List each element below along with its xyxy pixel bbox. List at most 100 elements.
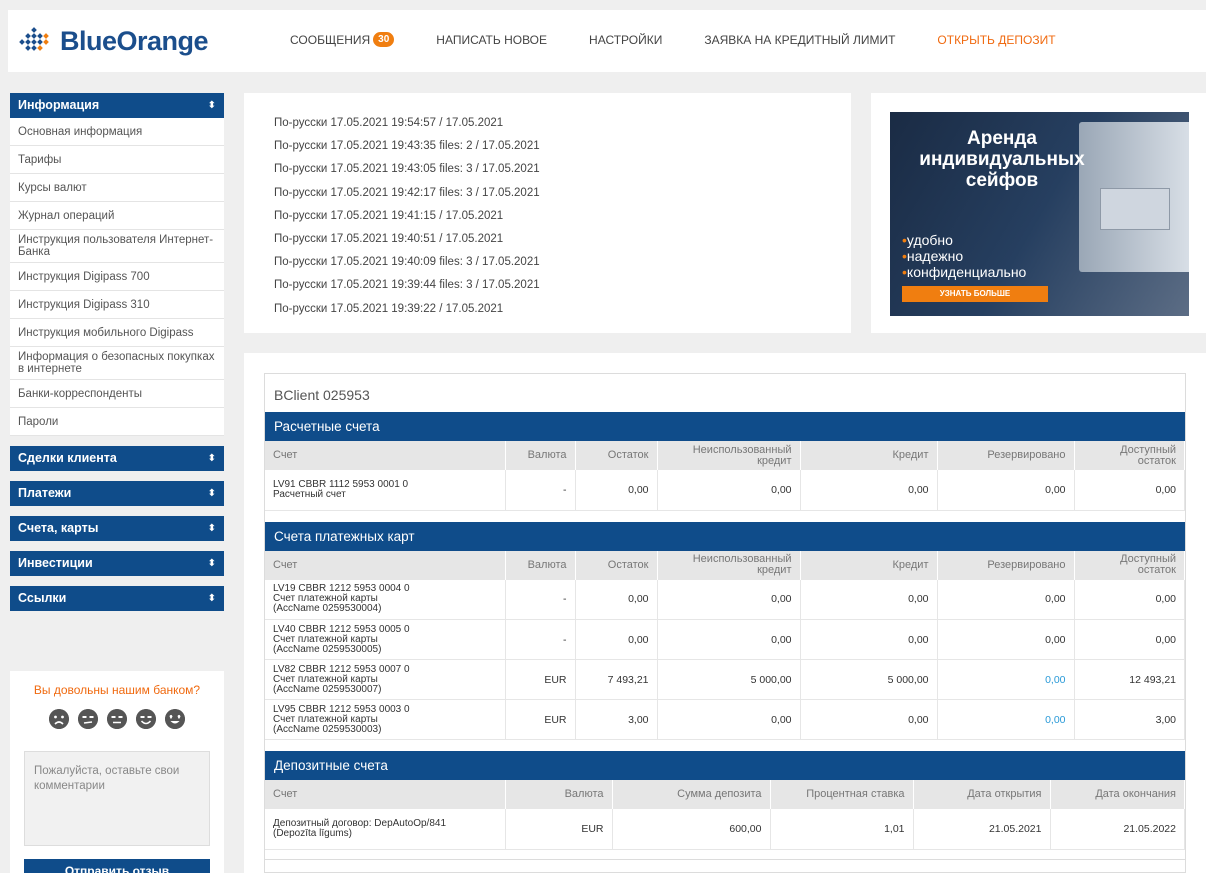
message-item[interactable]: По-русски 17.05.2021 19:40:51 / 17.05.20… bbox=[274, 233, 821, 256]
sidebar-item[interactable]: Информация о безопасных покупках в интер… bbox=[10, 347, 224, 380]
table-cell: 3,00 bbox=[575, 699, 658, 740]
sidebar-item[interactable]: Тарифы bbox=[10, 146, 224, 174]
message-item[interactable]: По-русски 17.05.2021 19:39:22 / 17.05.20… bbox=[274, 303, 821, 326]
current-accounts-title: Расчетные счета bbox=[265, 412, 1185, 441]
sidebar-item[interactable]: Банки-корреспонденты bbox=[10, 380, 224, 408]
main-nav: СООБЩЕНИЯ 30 НАПИСАТЬ НОВОЕ НАСТРОЙКИ ЗА… bbox=[290, 32, 1098, 47]
up-down-arrows-icon: ⬍ bbox=[207, 558, 216, 569]
sidebar-item[interactable]: Инструкция мобильного Digipass bbox=[10, 319, 224, 347]
nav-open-deposit[interactable]: ОТКРЫТЬ ДЕПОЗИТ bbox=[937, 32, 1055, 47]
sidebar-item[interactable]: Журнал операций bbox=[10, 202, 224, 230]
banner-bullet: надежно bbox=[906, 248, 964, 264]
promo-banner-panel: Аренда индивидуальных сейфов •удобно •на… bbox=[871, 93, 1206, 333]
sidebar-header-payments[interactable]: Платежи ⬍ bbox=[10, 481, 224, 506]
banner-bullet: конфиденциально bbox=[906, 264, 1027, 280]
account-cell[interactable]: LV40 CBBR 1212 5953 0005 0 Счет платежной… bbox=[265, 619, 506, 660]
sidebar-header-links[interactable]: Ссылки ⬍ bbox=[10, 586, 224, 611]
account-cell-line: (Depozīta līgums) bbox=[273, 827, 352, 839]
table-cell: 0,00 bbox=[937, 619, 1075, 660]
nav-messages[interactable]: СООБЩЕНИЯ 30 bbox=[290, 32, 395, 47]
safe-deposit-banner[interactable]: Аренда индивидуальных сейфов •удобно •на… bbox=[890, 112, 1189, 316]
sidebar-header-client-deals[interactable]: Сделки клиента ⬍ bbox=[10, 446, 224, 471]
up-down-arrows-icon: ⬍ bbox=[207, 488, 216, 499]
message-item[interactable]: По-русски 17.05.2021 19:54:57 / 17.05.20… bbox=[274, 117, 821, 140]
table-cell: 600,00 bbox=[612, 809, 771, 850]
table-cell: - bbox=[505, 619, 576, 660]
table-row[interactable]: LV95 CBBR 1212 5953 0003 0 Счет платежной… bbox=[265, 699, 1185, 740]
column-header: Резервировано bbox=[937, 441, 1075, 470]
sidebar-item[interactable]: Основная информация bbox=[10, 118, 224, 146]
message-item[interactable]: По-русски 17.05.2021 19:41:15 / 17.05.20… bbox=[274, 210, 821, 233]
deposit-accounts-title: Депозитные счета bbox=[265, 751, 1185, 780]
column-header: Неиспользованный кредит bbox=[657, 550, 801, 580]
sad-face-icon[interactable] bbox=[78, 709, 98, 729]
message-item[interactable]: По-русски 17.05.2021 19:43:05 files: 3 /… bbox=[274, 163, 821, 186]
very-sad-face-icon[interactable] bbox=[49, 709, 69, 729]
sidebar: Информация ⬍ Основная информация Тарифы … bbox=[10, 93, 224, 611]
learn-more-button[interactable]: УЗНАТЬ БОЛЬШЕ bbox=[902, 286, 1048, 302]
happy-face-icon[interactable] bbox=[136, 709, 156, 729]
table-cell: 21.05.2021 bbox=[913, 809, 1051, 850]
neutral-face-icon[interactable] bbox=[107, 709, 127, 729]
table-cell: 0,00 bbox=[575, 579, 658, 620]
account-cell[interactable]: LV82 CBBR 1212 5953 0007 0 Счет платежной… bbox=[265, 659, 506, 700]
table-cell: 0,00 bbox=[657, 699, 801, 740]
account-cell-line: (AccName 0259530003) bbox=[273, 723, 382, 735]
sidebar-item[interactable]: Курсы валют bbox=[10, 174, 224, 202]
table-cell: 0,00 bbox=[800, 579, 938, 620]
banner-title-line: сейфов bbox=[965, 170, 1039, 191]
sidebar-header-accounts-cards[interactable]: Счета, карты ⬍ bbox=[10, 516, 224, 541]
table-row[interactable]: LV19 CBBR 1212 5953 0004 0 Счет платежной… bbox=[265, 579, 1185, 620]
accounts-box: BClient 025953 Расчетные счета Счет Валю… bbox=[264, 373, 1186, 873]
column-header: Валюта bbox=[505, 550, 576, 580]
message-item[interactable]: По-русски 17.05.2021 19:39:44 files: 3 /… bbox=[274, 279, 821, 302]
feedback-comment-field[interactable]: Пожалуйста, оставьте свои комментарии bbox=[24, 751, 210, 846]
account-cell-line: (AccName 0259530005) bbox=[273, 643, 382, 655]
reserved-link[interactable]: 0,00 bbox=[937, 699, 1075, 740]
sidebar-header-label: Ссылки bbox=[18, 591, 67, 605]
table-row[interactable]: LV91 CBBR 1112 5953 0001 0 Расчетный счет… bbox=[265, 470, 1185, 511]
account-cell[interactable]: LV91 CBBR 1112 5953 0001 0 Расчетный счет bbox=[265, 470, 506, 511]
next-section-box bbox=[264, 859, 1186, 873]
up-down-arrows-icon: ⬍ bbox=[207, 100, 216, 111]
feedback-question: Вы довольны нашим банком? bbox=[33, 683, 201, 697]
column-header: Неиспользованный кредит bbox=[657, 441, 801, 470]
table-cell: EUR bbox=[505, 809, 613, 850]
nav-credit-limit[interactable]: ЗАЯВКА НА КРЕДИТНЫЙ ЛИМИТ bbox=[704, 32, 895, 47]
column-header: Кредит bbox=[800, 550, 938, 580]
sidebar-item[interactable]: Пароли bbox=[10, 408, 224, 436]
reserved-link[interactable]: 0,00 bbox=[937, 659, 1075, 700]
sidebar-item[interactable]: Инструкция пользователя Интернет-Банка bbox=[10, 230, 224, 263]
column-header: Резервировано bbox=[937, 550, 1075, 580]
account-cell[interactable]: LV95 CBBR 1212 5953 0003 0 Счет платежной… bbox=[265, 699, 506, 740]
send-feedback-button[interactable]: Отправить отзыв bbox=[24, 859, 210, 873]
message-item[interactable]: По-русски 17.05.2021 19:42:17 files: 3 /… bbox=[274, 187, 821, 210]
column-header: Счет bbox=[265, 780, 506, 809]
message-item[interactable]: По-русски 17.05.2021 19:40:09 files: 3 /… bbox=[274, 256, 821, 279]
sidebar-item[interactable]: Инструкция Digipass 310 bbox=[10, 291, 224, 319]
rating-faces bbox=[10, 709, 224, 729]
banner-title: Аренда индивидуальных сейфов bbox=[902, 128, 1102, 191]
nav-settings[interactable]: НАСТРОЙКИ bbox=[589, 32, 662, 47]
account-cell[interactable]: Депозитный договор: DepAutoOp/841 (Depozī… bbox=[265, 809, 506, 850]
love-face-icon[interactable] bbox=[165, 709, 185, 729]
nav-write-new[interactable]: НАПИСАТЬ НОВОЕ bbox=[436, 32, 547, 47]
account-cell-line: LV82 CBBR 1212 5953 0007 0 bbox=[273, 663, 410, 675]
up-down-arrows-icon: ⬍ bbox=[207, 523, 216, 534]
bank-logo[interactable]: BlueOrange bbox=[18, 24, 209, 58]
table-cell: 12 493,21 bbox=[1074, 659, 1185, 700]
account-cell[interactable]: LV19 CBBR 1212 5953 0004 0 Счет платежной… bbox=[265, 579, 506, 620]
table-cell: 0,00 bbox=[800, 470, 938, 511]
table-cell: 0,00 bbox=[657, 619, 801, 660]
sidebar-header-info[interactable]: Информация ⬍ bbox=[10, 93, 224, 118]
table-row[interactable]: Депозитный договор: DepAutoOp/841 (Depozī… bbox=[265, 809, 1185, 850]
client-id: BClient 025953 bbox=[274, 387, 370, 403]
table-cell: - bbox=[505, 579, 576, 620]
table-row[interactable]: LV40 CBBR 1212 5953 0005 0 Счет платежной… bbox=[265, 619, 1185, 660]
banner-bullet: удобно bbox=[906, 232, 953, 248]
table-row[interactable]: LV82 CBBR 1212 5953 0007 0 Счет платежной… bbox=[265, 659, 1185, 700]
sidebar-header-investments[interactable]: Инвестиции ⬍ bbox=[10, 551, 224, 576]
table-cell: 0,00 bbox=[800, 699, 938, 740]
message-item[interactable]: По-русски 17.05.2021 19:43:35 files: 2 /… bbox=[274, 140, 821, 163]
sidebar-item[interactable]: Инструкция Digipass 700 bbox=[10, 263, 224, 291]
